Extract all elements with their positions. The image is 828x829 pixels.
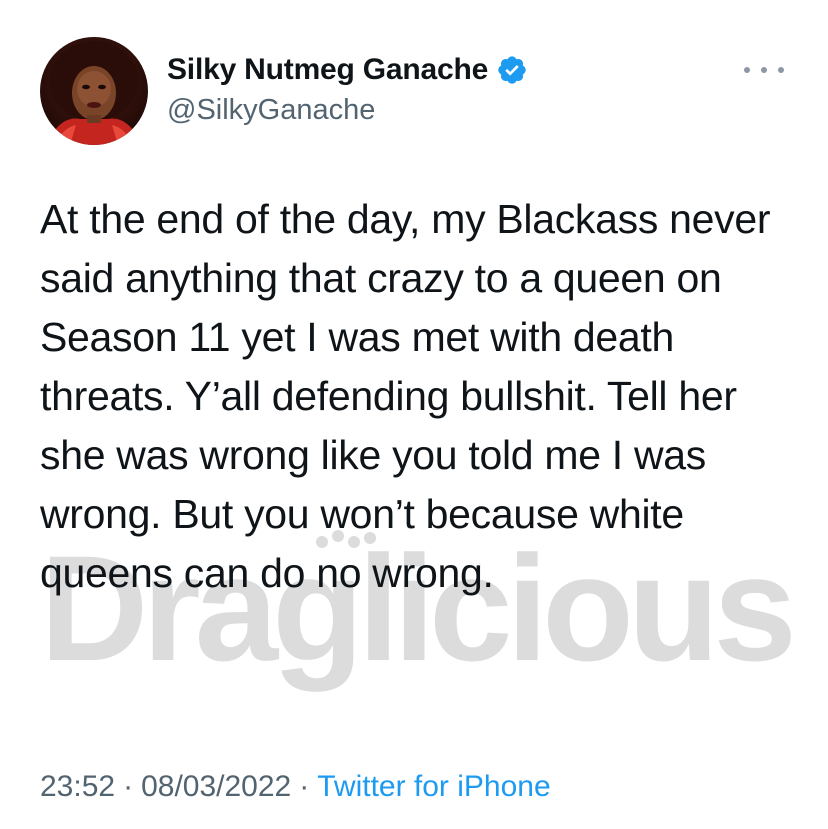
verified-badge-icon — [496, 54, 528, 86]
display-name-row: Silky Nutmeg Ganache — [167, 50, 528, 90]
meta-separator: · — [123, 770, 134, 803]
author-block: Silky Nutmeg Ganache @SilkyGanache — [167, 50, 528, 127]
avatar-image — [40, 37, 148, 145]
tweet-source-link[interactable]: Twitter for iPhone — [317, 770, 550, 804]
tweet-text: At the end of the day, my Blackass never… — [40, 196, 782, 596]
more-dot — [761, 67, 767, 73]
more-options-icon[interactable] — [744, 60, 784, 80]
more-dot — [744, 67, 750, 73]
tweet-time[interactable]: 23:52 — [40, 770, 115, 804]
tweet-card: Silky Nutmeg Ganache @SilkyGanache Dragl… — [0, 0, 828, 829]
user-handle[interactable]: @SilkyGanache — [167, 94, 528, 127]
display-name[interactable]: Silky Nutmeg Ganache — [167, 53, 488, 87]
tweet-meta: 23:52 · 08/03/2022 · Twitter for iPhone — [40, 770, 551, 804]
avatar[interactable] — [40, 37, 148, 145]
more-dot — [778, 67, 784, 73]
tweet-date[interactable]: 08/03/2022 — [141, 770, 291, 804]
meta-separator: · — [299, 770, 310, 803]
